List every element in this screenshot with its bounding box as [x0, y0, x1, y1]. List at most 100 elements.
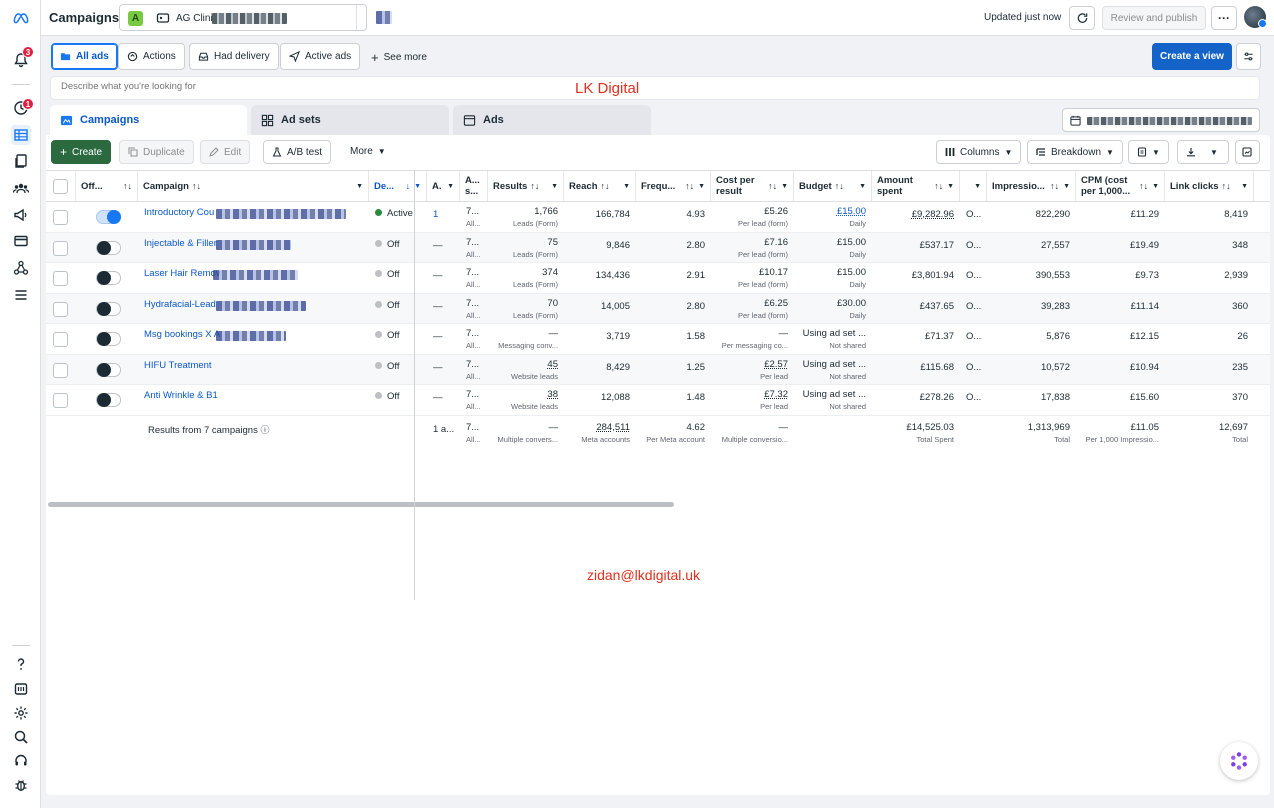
- ends-cell-value: O...: [966, 270, 981, 281]
- table-row[interactable]: Msg bookings X A Off — 7... All... — Messaging…: [46, 324, 1270, 355]
- search-icon[interactable]: [11, 727, 31, 747]
- budget-cell-subtext: Daily: [849, 280, 866, 289]
- settings-gear-icon[interactable]: [11, 703, 31, 723]
- see-more-filters[interactable]: + See more: [371, 50, 427, 65]
- select-all-checkbox[interactable]: [53, 178, 68, 194]
- account-selector[interactable]: A AG Clini: [119, 4, 392, 31]
- filter-active-ads[interactable]: Active ads: [280, 43, 361, 70]
- duplicate-button[interactable]: Duplicate: [119, 140, 194, 164]
- header-cost-per-result[interactable]: Cost per result ↑↓ ▼: [711, 171, 794, 201]
- support-headset-icon[interactable]: [11, 751, 31, 771]
- header-off-on[interactable]: Off... ↑↓: [76, 171, 138, 201]
- tab-campaigns[interactable]: Campaigns: [50, 105, 247, 135]
- more-options-button[interactable]: ···: [1211, 6, 1237, 30]
- row-checkbox[interactable]: [53, 393, 68, 408]
- budget-cell-subtext: Not shared: [829, 402, 866, 411]
- campaign-toggle[interactable]: [96, 210, 121, 224]
- help-icon[interactable]: [11, 654, 31, 674]
- tab-ad-sets[interactable]: Ad sets: [251, 105, 449, 135]
- filter-all-ads[interactable]: All ads: [51, 43, 118, 70]
- report-bug-icon[interactable]: [11, 775, 31, 795]
- campaign-name-link[interactable]: HIFU Treatment: [144, 360, 212, 371]
- campaign-toggle[interactable]: [96, 301, 121, 316]
- tab-ads[interactable]: Ads: [453, 105, 651, 135]
- ad-library-icon[interactable]: [11, 679, 31, 699]
- date-range-picker[interactable]: [1062, 108, 1260, 132]
- header-budget[interactable]: Budget ↑↓ ▼: [794, 171, 872, 201]
- audiences-icon[interactable]: [11, 178, 31, 198]
- row-checkbox[interactable]: [53, 362, 68, 378]
- table-row[interactable]: Laser Hair Remov Off — 7... All... 374 Leads (…: [46, 263, 1270, 294]
- events-manager-icon[interactable]: [11, 258, 31, 278]
- header-frequency[interactable]: Frequ... ↑↓ ▼: [636, 171, 711, 201]
- header-results[interactable]: Results ↑↓ ▼: [488, 171, 564, 201]
- campaign-name-link[interactable]: Anti Wrinkle & B1: [144, 390, 218, 401]
- search-input[interactable]: [61, 81, 561, 92]
- header-ad-set-settings[interactable]: A... s...: [460, 171, 488, 201]
- ad-sets-grid-icon: [261, 114, 274, 126]
- header-delivery[interactable]: De... ↓ ▼: [369, 171, 427, 201]
- ab-test-button[interactable]: A/B test: [263, 140, 332, 164]
- toggle-knob: [97, 271, 111, 285]
- table-row[interactable]: HIFU Treatment Off —7... All... 45 Website le…: [46, 354, 1270, 385]
- header-campaign[interactable]: Campaign ↑↓ ▼: [138, 171, 369, 201]
- meta-logo-icon[interactable]: [11, 8, 31, 28]
- header-impressions[interactable]: Impressio... ↑↓ ▼: [987, 171, 1076, 201]
- all-tools-menu-icon[interactable]: [11, 285, 31, 305]
- header-link-clicks[interactable]: Link clicks ↑↓ ▼: [1165, 171, 1254, 201]
- results-cell-value: 374: [542, 267, 558, 278]
- campaign-toggle[interactable]: [96, 332, 121, 346]
- summary-link-clicks: 12,697 Total: [1165, 418, 1254, 448]
- campaign-toggle[interactable]: [96, 240, 121, 255]
- table-row[interactable]: Hydrafacial-Lead Off —7... All... 70 Leads (F…: [46, 293, 1270, 324]
- row-checkbox[interactable]: [53, 240, 68, 256]
- header-cpm[interactable]: CPM (cost per 1,000... ↑↓ ▼: [1076, 171, 1165, 201]
- reach-cell-value: 134,436: [595, 270, 630, 281]
- more-actions-dropdown[interactable]: More ▼: [350, 146, 386, 157]
- header-amount-spent[interactable]: Amount spent ↑↓ ▼: [872, 171, 960, 201]
- campaign-name-link[interactable]: Hydrafacial-Lead: [144, 299, 216, 310]
- chart-panel-button[interactable]: [1235, 140, 1260, 164]
- row-checkbox[interactable]: [53, 301, 68, 317]
- table-row[interactable]: Anti Wrinkle & B1 Off — 7... All... 38 Website…: [46, 385, 1270, 416]
- campaign-name-link[interactable]: Laser Hair Remov: [144, 268, 221, 279]
- edit-button[interactable]: Edit: [200, 140, 251, 164]
- megaphone-icon[interactable]: [11, 205, 31, 225]
- row-checkbox[interactable]: [53, 271, 68, 286]
- info-icon[interactable]: ⓘ: [260, 425, 269, 435]
- campaign-toggle[interactable]: [96, 271, 121, 285]
- filter-had-delivery[interactable]: Had delivery: [189, 43, 279, 70]
- campaign-toggle[interactable]: [96, 362, 121, 377]
- frequency-cell-value: 4.93: [686, 209, 706, 220]
- table-row[interactable]: Introductory Cou Active 1 7... All... 1,766 Le…: [46, 202, 1270, 233]
- amount-spent-cell-value: £115.68: [920, 361, 954, 373]
- ai-assistant-button[interactable]: [1220, 742, 1258, 780]
- view-settings-button[interactable]: [1236, 43, 1261, 70]
- documents-icon[interactable]: [11, 151, 31, 171]
- campaigns-table-icon[interactable]: [11, 125, 31, 145]
- see-more-label: See more: [383, 52, 427, 63]
- create-view-button[interactable]: Create a view: [1152, 43, 1232, 70]
- table-row[interactable]: Injectable & Filler Off —7... All... 75 Leads…: [46, 232, 1270, 263]
- campaign-name-link[interactable]: Msg bookings X A: [144, 329, 220, 340]
- campaign-toggle[interactable]: [96, 393, 121, 407]
- billing-card-icon[interactable]: [11, 231, 31, 251]
- horizontal-scrollbar[interactable]: [48, 502, 674, 507]
- columns-dropdown[interactable]: Columns ▼: [936, 140, 1022, 164]
- filter-actions[interactable]: Actions: [118, 43, 185, 70]
- row-checkbox[interactable]: [53, 210, 68, 225]
- caret-down-icon: ▼: [1063, 182, 1070, 190]
- review-and-publish-button[interactable]: Review and publish: [1102, 6, 1206, 30]
- refresh-button[interactable]: [1069, 6, 1095, 30]
- header-reach[interactable]: Reach ↑↓ ▼: [564, 171, 636, 201]
- breakdown-dropdown[interactable]: Breakdown ▼: [1027, 140, 1123, 164]
- export-dropdown[interactable]: ▼: [1177, 140, 1229, 164]
- header-ends[interactable]: ▼: [960, 171, 987, 201]
- delivery-cell: Off: [369, 385, 427, 415]
- create-button[interactable]: + Create: [51, 140, 112, 164]
- header-attribution[interactable]: A. ▼: [427, 171, 460, 201]
- campaign-name-link[interactable]: Injectable & Filler: [144, 238, 217, 249]
- reports-dropdown[interactable]: ▼: [1128, 140, 1169, 164]
- row-checkbox[interactable]: [53, 332, 68, 347]
- campaign-name-link[interactable]: Introductory Cou: [144, 207, 214, 218]
